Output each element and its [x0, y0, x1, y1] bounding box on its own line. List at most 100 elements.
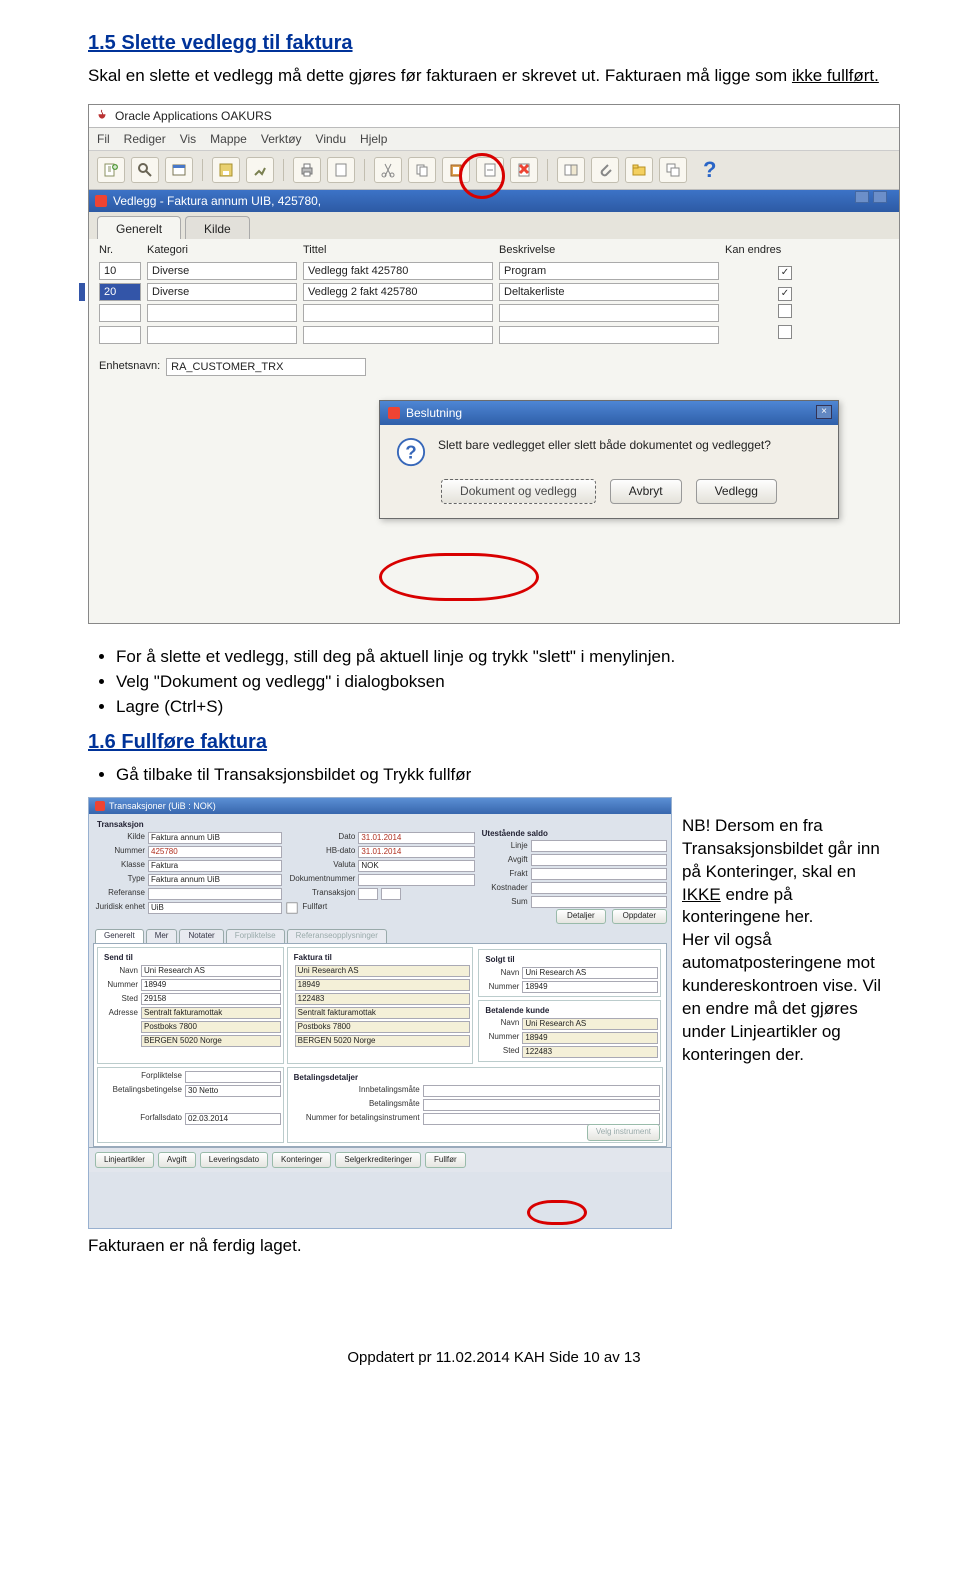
close-icon[interactable]: ×: [816, 405, 832, 419]
copy-icon[interactable]: [408, 157, 436, 183]
tab-notater[interactable]: Notater: [179, 929, 223, 943]
velg-instrument-button[interactable]: Velg instrument: [587, 1124, 660, 1141]
val-kost[interactable]: [531, 882, 667, 894]
save-icon[interactable]: [212, 157, 240, 183]
tab-forpliktelse[interactable]: Forpliktelse: [226, 929, 285, 943]
linjeartikler-button[interactable]: Linjeartikler: [95, 1152, 154, 1169]
val-num4[interactable]: 18949: [522, 1032, 658, 1044]
val-forpl[interactable]: [185, 1071, 281, 1083]
val-frakt[interactable]: [531, 868, 667, 880]
tab-referanse[interactable]: Referanseopplysninger: [287, 929, 387, 943]
cell-kategori[interactable]: Diverse: [147, 283, 297, 301]
menu-vis[interactable]: Vis: [180, 131, 196, 147]
cell-tittel[interactable]: [303, 304, 493, 322]
print-icon[interactable]: [293, 157, 321, 183]
checkbox-kan-endres[interactable]: [778, 287, 792, 301]
selgerkrediteringer-button[interactable]: Selgerkrediteringer: [335, 1152, 421, 1169]
val-num3[interactable]: 18949: [522, 981, 658, 993]
val-navn-ft[interactable]: Uni Research AS: [295, 965, 471, 977]
leveringsdato-button[interactable]: Leveringsdato: [200, 1152, 268, 1169]
cell-kategori[interactable]: Diverse: [147, 262, 297, 280]
val-adr2b[interactable]: Postboks 7800: [295, 1021, 471, 1033]
val-dato[interactable]: 31.01.2014: [358, 832, 474, 844]
attach-icon[interactable]: [591, 157, 619, 183]
minimize-icon[interactable]: [855, 191, 869, 203]
cell-kategori[interactable]: [147, 304, 297, 322]
val-innbet[interactable]: [423, 1085, 660, 1097]
val-klasse[interactable]: Faktura: [148, 860, 282, 872]
checkbox-fullfort[interactable]: [287, 902, 298, 913]
page-setup-icon[interactable]: [327, 157, 355, 183]
menu-hjelp[interactable]: Hjelp: [360, 131, 387, 147]
val-betb[interactable]: 30 Netto: [185, 1085, 281, 1097]
val-sum[interactable]: [531, 896, 667, 908]
val-sted4[interactable]: 122483: [522, 1046, 658, 1058]
cell-tittel[interactable]: [303, 326, 493, 344]
menu-fil[interactable]: Fil: [97, 131, 110, 147]
val-navn4[interactable]: Uni Research AS: [522, 1018, 658, 1030]
val-hb[interactable]: 31.01.2014: [358, 846, 474, 858]
tab-generelt[interactable]: Generelt: [95, 929, 144, 943]
val-adr2[interactable]: Postboks 7800: [141, 1021, 281, 1033]
val-adr3b[interactable]: BERGEN 5020 Norge: [295, 1035, 471, 1047]
oppdater-button[interactable]: Oppdater: [612, 909, 667, 924]
cut-icon[interactable]: [374, 157, 402, 183]
table-row[interactable]: 20 Diverse Vedlegg 2 fakt 425780 Deltake…: [99, 283, 889, 301]
val-valuta[interactable]: NOK: [358, 860, 474, 872]
val-kilde[interactable]: Faktura annum UiB: [148, 832, 282, 844]
val-adr3[interactable]: BERGEN 5020 Norge: [141, 1035, 281, 1047]
avbryt-button[interactable]: Avbryt: [610, 479, 682, 503]
tab-kilde[interactable]: Kilde: [185, 216, 250, 239]
window-icon[interactable]: [659, 157, 687, 183]
cell-beskrivelse[interactable]: [499, 304, 719, 322]
new-icon[interactable]: [97, 157, 125, 183]
checkbox-kan-endres[interactable]: [778, 266, 792, 280]
paste-icon[interactable]: [442, 157, 470, 183]
val-navn[interactable]: Uni Research AS: [141, 965, 281, 977]
val-referanse[interactable]: [148, 888, 282, 900]
val-instr[interactable]: [423, 1113, 660, 1125]
checkbox-kan-endres[interactable]: [778, 304, 792, 318]
cell-nr[interactable]: [99, 326, 141, 344]
val-juridisk[interactable]: UiB: [148, 902, 282, 914]
tab-mer[interactable]: Mer: [146, 929, 178, 943]
val-adr1[interactable]: Sentralt fakturamottak: [141, 1007, 281, 1019]
val-adr1b[interactable]: Sentralt fakturamottak: [295, 1007, 471, 1019]
cell-beskrivelse[interactable]: [499, 326, 719, 344]
val-nummer[interactable]: 425780: [148, 846, 282, 858]
menu-bar[interactable]: Fil Rediger Vis Mappe Verktøy Vindu Hjel…: [89, 128, 899, 151]
cell-kategori[interactable]: [147, 326, 297, 344]
nav-icon[interactable]: [165, 157, 193, 183]
detaljer-button[interactable]: Detaljer: [556, 909, 606, 924]
val-forfall[interactable]: 02.03.2014: [185, 1113, 281, 1125]
val-type[interactable]: Faktura annum UiB: [148, 874, 282, 886]
step-icon[interactable]: [246, 157, 274, 183]
menu-verktoy[interactable]: Verktøy: [261, 131, 302, 147]
menu-mappe[interactable]: Mappe: [210, 131, 247, 147]
val-betmate[interactable]: [423, 1099, 660, 1111]
cell-beskrivelse[interactable]: Deltakerliste: [499, 283, 719, 301]
cell-tittel[interactable]: Vedlegg 2 fakt 425780: [303, 283, 493, 301]
avgift-button[interactable]: Avgift: [158, 1152, 196, 1169]
cell-beskrivelse[interactable]: Program: [499, 262, 719, 280]
translate-icon[interactable]: [557, 157, 585, 183]
dokument-og-vedlegg-button[interactable]: Dokument og vedlegg: [441, 479, 596, 503]
table-row[interactable]: [99, 304, 889, 322]
enhetsnavn-value[interactable]: RA_CUSTOMER_TRX: [166, 358, 366, 376]
val-sted1[interactable]: 29158: [141, 993, 281, 1005]
delete-icon[interactable]: [510, 157, 538, 183]
val-doknr[interactable]: [358, 874, 474, 886]
checkbox-kan-endres[interactable]: [778, 325, 792, 339]
val-navn3[interactable]: Uni Research AS: [522, 967, 658, 979]
cell-nr[interactable]: [99, 304, 141, 322]
find-icon[interactable]: [131, 157, 159, 183]
val-trans[interactable]: [358, 888, 378, 900]
cell-nr[interactable]: 10: [99, 262, 141, 280]
val-num-ft[interactable]: 18949: [295, 979, 471, 991]
table-row[interactable]: 10 Diverse Vedlegg fakt 425780 Program: [99, 262, 889, 280]
menu-rediger[interactable]: Rediger: [124, 131, 166, 147]
val-avgift[interactable]: [531, 854, 667, 866]
tab-generelt[interactable]: Generelt: [97, 216, 181, 239]
val-sted-ft[interactable]: 122483: [295, 993, 471, 1005]
cell-nr[interactable]: 20: [99, 283, 141, 301]
